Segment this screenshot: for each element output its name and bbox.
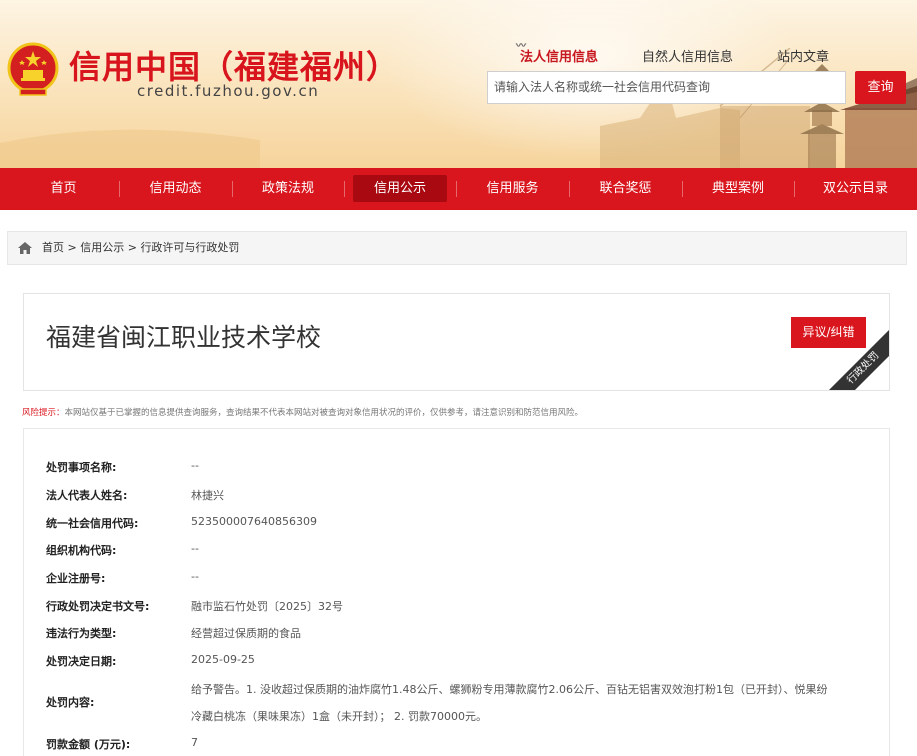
breadcrumb-current: 行政许可与行政处罚 [140, 241, 240, 254]
penalty-detail-card: 处罚事项名称: -- 法人代表人姓名: 林捷兴 统一社会信用代码: 523500… [23, 428, 890, 756]
detail-value: 523500007640856309 [191, 515, 317, 528]
nav-item-policies[interactable]: 政策法规 [232, 168, 344, 210]
detail-label: 处罚内容: [46, 696, 95, 709]
nav-item-typical-cases[interactable]: 典型案例 [682, 168, 794, 210]
breadcrumb-separator: > [127, 241, 137, 254]
header-banner: 信用中国（福建福州） credit.fuzhou.gov.cn 〰 法人信用信息… [0, 0, 917, 168]
detail-value: 2025-09-25 [191, 653, 255, 666]
risk-notice: 风险提示：本网站仅基于已掌握的信息提供查询服务，查询结果不代表本网站对被查询对象… [22, 406, 583, 418]
detail-label: 处罚决定日期: [46, 655, 117, 668]
search-button[interactable]: 查询 [855, 71, 906, 104]
breadcrumb-home[interactable]: 首页 [42, 241, 64, 254]
breadcrumb-separator: > [67, 241, 77, 254]
nav-item-credit-news[interactable]: 信用动态 [119, 168, 232, 210]
detail-value: 经营超过保质期的食品 [191, 627, 301, 640]
detail-value: -- [191, 542, 199, 555]
search-tab-natural-person[interactable]: 自然人信用信息 [642, 46, 733, 65]
search-input[interactable]: 请输入法人名称或统一社会信用代码查询 [487, 71, 846, 104]
risk-notice-text: 本网站仅基于已掌握的信息提供查询服务，查询结果不代表本网站对被查询对象信用状况的… [64, 408, 584, 418]
bird-icon: 〰 [516, 41, 526, 52]
detail-label: 企业注册号: [46, 572, 106, 585]
main-nav: 首页 信用动态 政策法规 信用公示 信用服务 联合奖惩 典型案例 双公示目录 [0, 168, 917, 210]
nav-item-joint-rewards[interactable]: 联合奖惩 [569, 168, 682, 210]
national-emblem-icon [7, 42, 59, 96]
detail-value: -- [191, 570, 199, 583]
search-tab-site-articles[interactable]: 站内文章 [777, 46, 829, 65]
breadcrumb-credit-publicity[interactable]: 信用公示 [80, 241, 124, 254]
breadcrumb: 首页 > 信用公示 > 行政许可与行政处罚 [7, 231, 907, 265]
detail-value: -- [191, 459, 199, 472]
risk-notice-label: 风险提示： [22, 408, 65, 418]
detail-label: 处罚事项名称: [46, 461, 117, 474]
detail-label: 违法行为类型: [46, 627, 117, 640]
entity-name: 福建省闽江职业技术学校 [46, 323, 322, 352]
detail-label: 组织机构代码: [46, 544, 117, 557]
search-tabs: 〰 法人信用信息 自然人信用信息 站内文章 [516, 41, 873, 65]
home-icon [18, 242, 32, 254]
detail-value-line: 冷藏白桃冻（果味果冻）1盒（未开封）； 2. 罚款70000元。 [191, 710, 487, 723]
detail-label: 法人代表人姓名: [46, 489, 128, 502]
nav-item-credit-publicity[interactable]: 信用公示 [344, 168, 456, 210]
nav-item-home[interactable]: 首页 [0, 168, 127, 210]
detail-value: 融市监石竹处罚〔2025〕32号 [191, 600, 343, 613]
nav-item-dual-publicity-catalog[interactable]: 双公示目录 [794, 168, 917, 210]
site-domain: credit.fuzhou.gov.cn [137, 82, 320, 100]
detail-value-line: 给予警告。1. 没收超过保质期的油炸腐竹1.48公斤、螺狮粉专用薄款腐竹2.06… [191, 683, 828, 696]
detail-value: 林捷兴 [191, 489, 224, 502]
detail-label: 行政处罚决定书文号: [46, 600, 150, 613]
detail-label: 统一社会信用代码: [46, 517, 139, 530]
detail-value: 7 [191, 736, 198, 749]
entity-title-card: 福建省闽江职业技术学校 异议/纠错 行政处罚 [23, 293, 890, 391]
detail-label: 罚款金额 (万元): [46, 738, 131, 751]
category-ribbon: 行政处罚 [829, 330, 889, 390]
nav-item-credit-services[interactable]: 信用服务 [456, 168, 569, 210]
search-tab-legal-entity[interactable]: 〰 法人信用信息 [516, 41, 598, 65]
